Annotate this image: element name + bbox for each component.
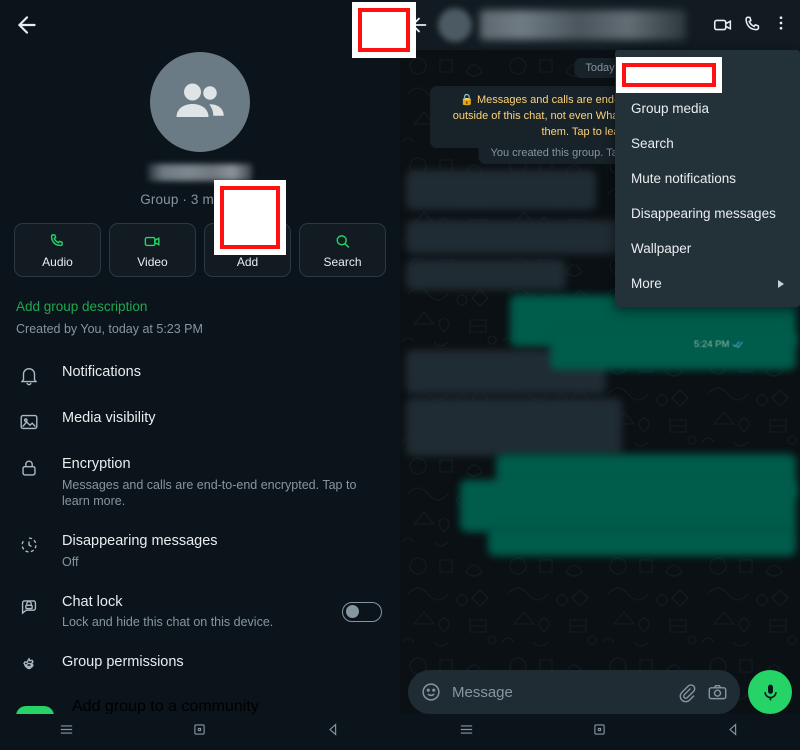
list-item-group-permissions[interactable]: Group permissions [0, 642, 400, 688]
back-arrow-icon[interactable] [408, 14, 430, 36]
image-icon [18, 411, 40, 433]
video-call-label: Video [137, 254, 168, 269]
more-vertical-icon[interactable] [360, 12, 386, 38]
list-item-media-visibility[interactable]: Media visibility [0, 398, 400, 444]
audio-call-label: Audio [42, 254, 73, 269]
chat-lock-icon [18, 595, 40, 617]
emoji-icon[interactable] [420, 681, 442, 703]
list-item-label: Chat lock [62, 593, 123, 610]
list-item-disappearing-messages[interactable]: Disappearing messages Off [0, 521, 400, 581]
home-square-icon[interactable] [191, 721, 208, 743]
list-item-sublabel: Lock and hide this chat on this device. [62, 615, 274, 630]
menu-item-group-info[interactable]: Group info [615, 56, 800, 91]
submenu-arrow-icon [778, 279, 784, 288]
menu-icon[interactable] [58, 721, 75, 743]
message-bubble-redacted [406, 260, 566, 290]
group-avatar-icon [176, 83, 224, 117]
message-timestamp: 5:24 PM [694, 338, 744, 350]
menu-item-wallpaper[interactable]: Wallpaper [615, 231, 800, 266]
search-chat-button[interactable]: Search [299, 223, 386, 277]
paperclip-icon[interactable] [676, 682, 697, 703]
toggle-knob [346, 605, 359, 619]
list-item-sublabel: Messages and calls are end-to-end encryp… [62, 477, 357, 509]
gear-icon [18, 655, 40, 677]
search-chat-label: Search [323, 254, 362, 269]
back-triangle-icon[interactable] [325, 721, 342, 743]
message-bubble-redacted [550, 332, 796, 370]
list-item-label: Disappearing messages [62, 533, 218, 550]
group-action-buttons: Audio Video Add Search [0, 207, 400, 277]
message-composer: Message [400, 670, 800, 714]
group-info-panel: Group · 3 members Audio Video Add Search… [0, 0, 400, 750]
message-bubble-redacted [406, 398, 622, 456]
message-bubble-redacted [406, 220, 636, 254]
message-bubble-redacted [406, 170, 596, 210]
group-info-topbar [0, 0, 400, 52]
group-settings-list: Notifications Media visibility Encryptio… [0, 352, 400, 750]
list-item-notifications[interactable]: Notifications [0, 352, 400, 398]
menu-item-more[interactable]: More [615, 266, 800, 301]
video-call-button[interactable]: Video [109, 223, 196, 277]
group-created-line: Created by You, today at 5:23 PM [16, 322, 203, 336]
group-name-redacted [148, 164, 252, 181]
microphone-icon [763, 684, 777, 700]
android-navbar-right [400, 714, 800, 750]
chat-lock-toggle[interactable] [342, 601, 382, 622]
camera-icon[interactable] [707, 682, 728, 703]
chat-topbar [400, 0, 800, 50]
message-bubble-redacted [460, 480, 796, 532]
add-group-description-link[interactable]: Add group description [0, 277, 400, 314]
message-bubble-redacted [488, 526, 796, 556]
list-item-label: Media visibility [62, 410, 156, 426]
group-avatar-circle[interactable] [150, 52, 250, 152]
lock-icon [18, 457, 40, 479]
microphone-button[interactable] [748, 670, 792, 714]
bell-icon [18, 365, 40, 387]
home-square-icon[interactable] [591, 721, 608, 743]
phone-call-icon[interactable] [742, 14, 764, 36]
list-item-label: Notifications [62, 364, 141, 380]
back-triangle-icon[interactable] [725, 721, 742, 743]
app-screenshot: Group · 3 members Audio Video Add Search… [0, 0, 800, 750]
message-input-pill[interactable]: Message [408, 670, 740, 714]
chat-title-redacted[interactable] [480, 10, 686, 40]
android-navbar-left [0, 714, 400, 750]
contact-avatar[interactable] [438, 8, 472, 42]
search-icon [336, 234, 350, 248]
back-arrow-icon[interactable] [14, 12, 40, 38]
chat-overflow-menu: Group info Group media Search Mute notif… [615, 50, 800, 307]
menu-icon[interactable] [458, 721, 475, 743]
list-item-encryption[interactable]: Encryption Messages and calls are end-to… [0, 444, 400, 521]
add-member-label: Add [236, 254, 259, 269]
list-item-label: Group permissions [62, 654, 184, 671]
group-subtitle: Group · 3 members [140, 192, 260, 207]
chat-panel: Today 🔒 Messages and calls are end-to-en… [400, 0, 800, 750]
menu-item-disappearing-messages[interactable]: Disappearing messages [615, 196, 800, 231]
group-avatar[interactable] [0, 52, 400, 152]
message-input-placeholder[interactable]: Message [452, 684, 666, 701]
more-vertical-icon[interactable] [772, 14, 790, 36]
video-call-icon[interactable] [712, 14, 734, 36]
menu-item-search[interactable]: Search [615, 126, 800, 161]
menu-item-mute-notifications[interactable]: Mute notifications [615, 161, 800, 196]
list-item-chat-lock[interactable]: Chat lock Lock and hide this chat on thi… [0, 582, 400, 642]
phone-icon [50, 233, 63, 246]
menu-item-group-media[interactable]: Group media [615, 91, 800, 126]
add-member-button[interactable]: Add [204, 223, 291, 277]
timer-icon [18, 534, 40, 556]
list-item-label: Encryption [62, 456, 131, 472]
audio-call-button[interactable]: Audio [14, 223, 101, 277]
video-camera-icon [144, 236, 160, 246]
list-item-sublabel: Off [62, 554, 79, 569]
add-person-icon [240, 234, 255, 247]
